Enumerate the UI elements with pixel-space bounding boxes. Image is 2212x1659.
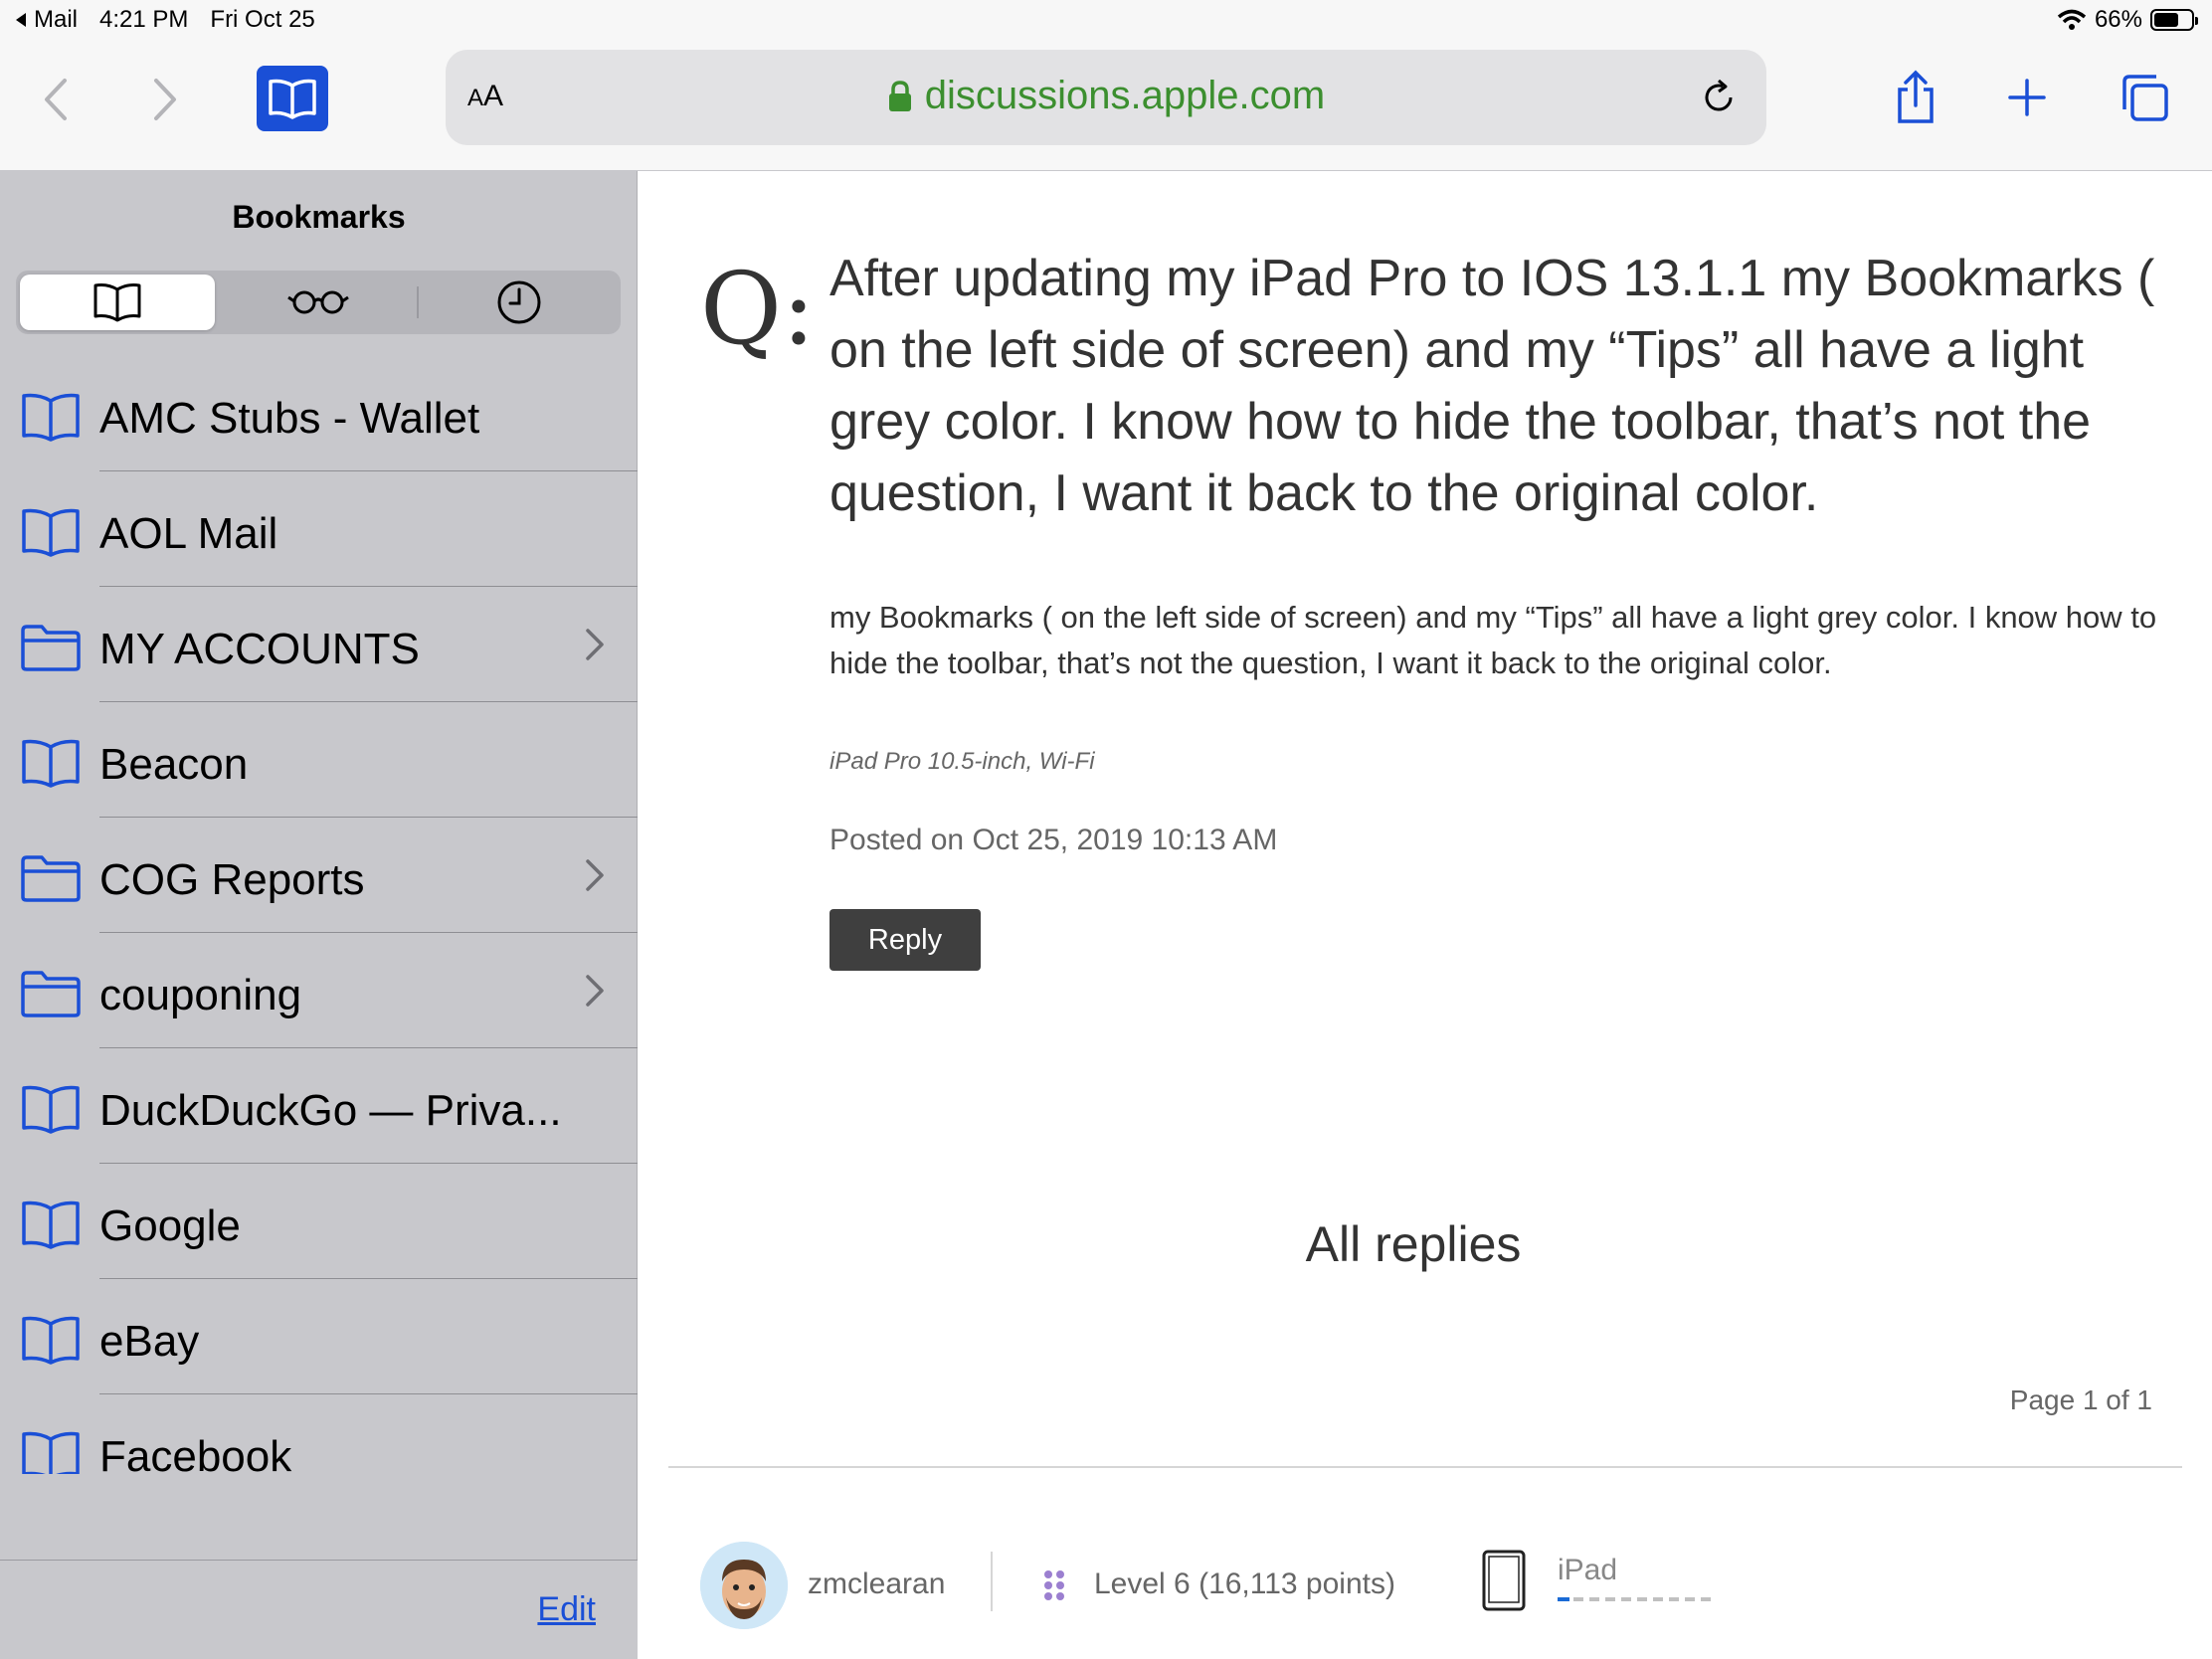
- book-icon: [20, 392, 82, 442]
- chevron-right-icon: [154, 79, 176, 120]
- bookmark-label: DuckDuckGo — Priva...: [99, 1086, 562, 1135]
- clock-icon: [497, 280, 541, 324]
- reply-button[interactable]: Reply: [830, 909, 981, 971]
- book-icon: [20, 1315, 82, 1365]
- reload-button[interactable]: [1699, 78, 1739, 117]
- chevron-right-icon: [584, 973, 606, 1009]
- bookmark-label: Google: [99, 1201, 241, 1250]
- chevron-right-icon: [584, 627, 606, 662]
- bookmark-label: COG Reports: [99, 855, 365, 904]
- bookmark-item[interactable]: eBay: [0, 1279, 638, 1394]
- tabs-icon: [2122, 75, 2168, 121]
- bookmark-item[interactable]: AMC Stubs - Wallet: [0, 356, 638, 471]
- question-title: After updating my iPad Pro to IOS 13.1.1…: [830, 250, 2155, 522]
- book-icon: [20, 1084, 82, 1134]
- content-divider: [668, 1466, 2182, 1468]
- segment-divider: [417, 286, 419, 318]
- tab-reading-list[interactable]: [221, 275, 416, 330]
- lock-icon: [888, 80, 911, 111]
- book-icon: [20, 1199, 82, 1249]
- page-indicator: Page 1 of 1: [2009, 1384, 2152, 1415]
- forward-button[interactable]: [139, 70, 191, 129]
- author-name[interactable]: zmclearan: [808, 1567, 945, 1601]
- question-mark-label: Q:: [700, 251, 816, 367]
- bookmarks-sidebar: Bookmarks AMC Stubs - Wallet AOL Mail MY A…: [0, 171, 638, 1659]
- tab-history[interactable]: [422, 275, 617, 330]
- chevron-left-icon: [45, 79, 67, 120]
- book-icon: [20, 1430, 82, 1474]
- status-right: 66%: [2057, 6, 2198, 34]
- plus-icon: [2008, 79, 2046, 116]
- chevron-right-icon: [584, 857, 606, 893]
- question-body: my Bookmarks ( on the left side of scree…: [830, 600, 2157, 680]
- tab-bookmarks[interactable]: [20, 275, 215, 330]
- sidebar-bottom-bar: Edit: [0, 1560, 638, 1659]
- level-dots-icon: [1044, 1570, 1064, 1600]
- share-icon: [1898, 70, 1934, 123]
- glasses-icon: [287, 290, 349, 314]
- bookmark-item[interactable]: Google: [0, 1164, 638, 1279]
- reply-author-row: zmclearan Level 6 (16,113 points) iPad: [700, 1542, 2152, 1631]
- new-tab-button[interactable]: [1999, 68, 2055, 127]
- author-level: Level 6 (16,113 points): [1094, 1567, 1395, 1600]
- back-button[interactable]: [30, 70, 82, 129]
- posted-date: Posted on Oct 25, 2019 10:13 AM: [830, 824, 1278, 856]
- share-button[interactable]: [1888, 68, 1943, 127]
- bookmark-item[interactable]: AOL Mail: [0, 471, 638, 587]
- battery-percent: 66%: [2094, 6, 2142, 33]
- back-app-label: Mail: [34, 6, 79, 33]
- reload-icon: [1705, 79, 1733, 111]
- memoji-avatar-icon: [700, 1542, 788, 1629]
- bookmark-item[interactable]: Beacon: [0, 702, 638, 818]
- bookmark-label: couponing: [99, 971, 302, 1019]
- status-left: Mail 4:21 PM Fri Oct 25: [14, 6, 315, 34]
- status-bar: Mail 4:21 PM Fri Oct 25 66%: [0, 0, 2212, 40]
- folder-icon: [20, 623, 82, 672]
- status-date: Fri Oct 25: [210, 6, 315, 33]
- bookmark-label: eBay: [99, 1317, 200, 1366]
- back-triangle-icon: [16, 13, 26, 27]
- author-divider: [991, 1552, 993, 1611]
- edit-button[interactable]: Edit: [537, 1590, 596, 1629]
- bookmark-item[interactable]: DuckDuckGo — Priva...: [0, 1048, 638, 1164]
- device-progress-bar: [1558, 1597, 1713, 1601]
- status-time: 4:21 PM: [99, 6, 189, 33]
- sidebar-segmented-control: [16, 271, 621, 334]
- ipad-device-icon: [1482, 1550, 1526, 1611]
- bookmark-item[interactable]: COG Reports: [0, 818, 638, 933]
- battery-level-fill: [2154, 13, 2178, 27]
- avatar[interactable]: [700, 1542, 788, 1629]
- url-display[interactable]: discussions.apple.com: [446, 74, 1766, 118]
- bookmarks-sidebar-button[interactable]: [257, 66, 328, 131]
- folder-icon: [20, 853, 82, 903]
- author-device: iPad: [1558, 1554, 1618, 1586]
- bookmark-label: Facebook: [99, 1432, 292, 1474]
- folder-icon: [20, 969, 82, 1018]
- url-text: discussions.apple.com: [924, 74, 1326, 117]
- open-book-icon: [93, 283, 141, 322]
- book-icon: [20, 738, 82, 788]
- tabs-overview-button[interactable]: [2115, 68, 2174, 127]
- question-device: iPad Pro 10.5-inch, Wi-Fi: [830, 748, 1095, 775]
- web-content: Q: After updating my iPad Pro to IOS 13.…: [639, 171, 2212, 1659]
- bookmark-item[interactable]: Facebook: [0, 1394, 638, 1474]
- bookmark-list: AMC Stubs - Wallet AOL Mail MY ACCOUNTS Bea…: [0, 356, 638, 1474]
- bookmark-item[interactable]: MY ACCOUNTS: [0, 587, 638, 702]
- back-to-app-link[interactable]: Mail: [14, 6, 78, 34]
- all-replies-heading: All replies: [1305, 1216, 1522, 1272]
- browser-toolbar: AA discussions.apple.com: [0, 40, 2212, 171]
- bookmark-label: AMC Stubs - Wallet: [99, 394, 480, 443]
- sidebar-title: Bookmarks: [232, 199, 406, 235]
- bookmark-item[interactable]: couponing: [0, 933, 638, 1048]
- open-book-icon: [269, 79, 316, 119]
- bookmark-label: AOL Mail: [99, 509, 278, 558]
- address-bar[interactable]: AA discussions.apple.com: [446, 50, 1766, 145]
- bookmark-label: MY ACCOUNTS: [99, 625, 420, 673]
- battery-icon: [2150, 9, 2198, 31]
- book-icon: [20, 507, 82, 557]
- wifi-icon: [2057, 9, 2087, 30]
- bookmark-label: Beacon: [99, 740, 249, 789]
